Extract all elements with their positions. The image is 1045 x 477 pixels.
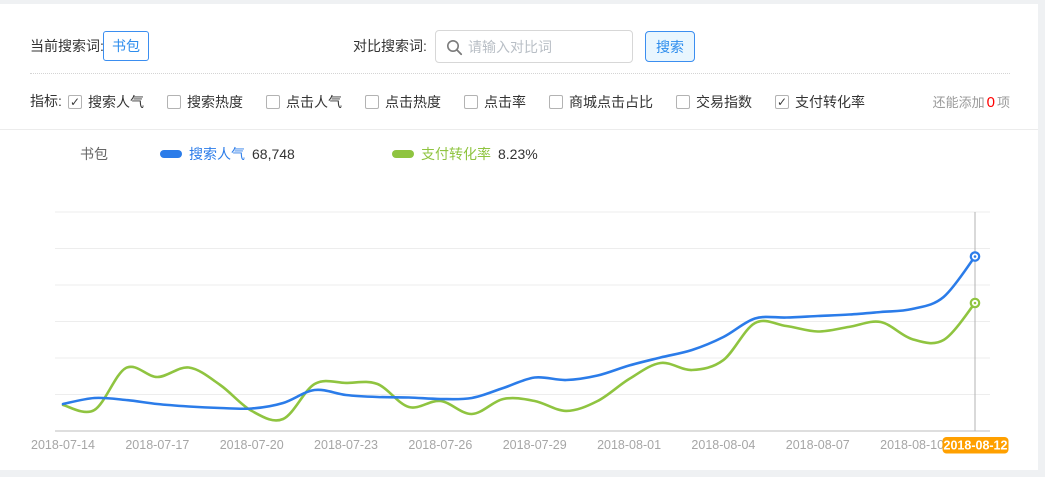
metric-label: 支付转化率 [795, 92, 865, 112]
metric-checkbox-item[interactable]: 点击率 [464, 92, 526, 112]
checkbox-unchecked[interactable] [266, 95, 280, 109]
remain-count: 0 [985, 94, 997, 111]
metric-label: 搜索热度 [187, 92, 243, 112]
metric-checkbox-list: ✓ 搜索人气 搜索热度 点击人气 点击热度 点击率 商城点击占比 交易指数 ✓ 支付转化率 [68, 88, 865, 116]
metric-label: 点击热度 [385, 92, 441, 112]
x-axis-label: 2018-07-20 [220, 438, 284, 452]
checkbox-unchecked[interactable] [676, 95, 690, 109]
legend-item-pay-conversion[interactable]: 支付转化率 8.23% [392, 144, 538, 164]
x-axis-label: 2018-07-29 [503, 438, 567, 452]
legend-value: 68,748 [252, 146, 295, 162]
compare-keyword-label: 对比搜索词: [353, 30, 427, 62]
series-line-支付转化率 [63, 303, 975, 420]
x-axis-label: 2018-08-10 [880, 438, 944, 452]
metrics-row: 指标: ✓ 搜索人气 搜索热度 点击人气 点击热度 点击率 商城点击占比 交易指数 ✓ 支付转化率… [0, 88, 1038, 116]
x-axis-label: 2018-07-17 [125, 438, 189, 452]
metric-label: 点击率 [484, 92, 526, 112]
trend-chart[interactable]: 2018-07-14 2018-07-17 2018-07-20 2018-07-23… [0, 198, 1038, 468]
remain-prefix: 还能添加 [933, 95, 985, 110]
chart-area[interactable]: 2018-07-14 2018-07-17 2018-07-20 2018-07-23… [0, 198, 1038, 468]
x-axis-label: 2018-08-07 [786, 438, 850, 452]
checkbox-checked[interactable]: ✓ [68, 95, 82, 109]
metric-label: 点击人气 [286, 92, 342, 112]
checkbox-unchecked[interactable] [167, 95, 181, 109]
header-row: 当前搜索词: 书包 对比搜索词: 搜索 [0, 30, 1038, 64]
search-icon [446, 39, 463, 56]
endpoint-marker-dot [974, 302, 977, 305]
checkbox-unchecked[interactable] [365, 95, 379, 109]
legend-swatch-blue [160, 150, 182, 158]
legend-name: 搜索人气 [189, 144, 245, 164]
current-keyword-button[interactable]: 书包 [103, 31, 149, 61]
x-axis-label: 2018-08-01 [597, 438, 661, 452]
remaining-add-count: 还能添加0项 [933, 92, 1010, 111]
metric-checkbox-item[interactable]: ✓ 支付转化率 [775, 92, 865, 112]
metric-checkbox-item[interactable]: 搜索热度 [167, 92, 243, 112]
metric-checkbox-item[interactable]: 点击人气 [266, 92, 342, 112]
divider [0, 129, 1038, 130]
x-axis-label: 2018-07-14 [31, 438, 95, 452]
legend-row: 书包 搜索人气 68,748 支付转化率 8.23% [0, 141, 1038, 167]
compare-keyword-input[interactable] [468, 31, 628, 62]
search-button[interactable]: 搜索 [645, 31, 695, 62]
legend-item-search-popularity[interactable]: 搜索人气 68,748 [160, 144, 295, 164]
checkbox-unchecked[interactable] [464, 95, 478, 109]
legend-name: 支付转化率 [421, 144, 491, 164]
metric-label: 搜索人气 [88, 92, 144, 112]
current-keyword-label: 当前搜索词: [30, 30, 104, 62]
checkbox-checked[interactable]: ✓ [775, 95, 789, 109]
endpoint-marker-dot [974, 255, 977, 258]
metrics-label: 指标: [30, 88, 62, 114]
metric-label: 交易指数 [696, 92, 752, 112]
metric-checkbox-item[interactable]: 点击热度 [365, 92, 441, 112]
metric-checkbox-item[interactable]: 商城点击占比 [549, 92, 653, 112]
x-axis-label: 2018-08-04 [691, 438, 755, 452]
metric-checkbox-item[interactable]: 交易指数 [676, 92, 752, 112]
dashboard-card: 当前搜索词: 书包 对比搜索词: 搜索 指标: ✓ 搜索人气 搜索热度 点击人气 点击热… [0, 4, 1038, 470]
series-line-搜索人气 [63, 257, 975, 409]
compare-keyword-inputbox [435, 30, 633, 63]
chart-keyword: 书包 [80, 144, 108, 164]
dotted-divider [30, 73, 1010, 74]
x-axis-label: 2018-07-23 [314, 438, 378, 452]
highlighted-date-label: 2018-08-12 [944, 439, 1008, 453]
legend-value: 8.23% [498, 146, 538, 162]
legend-swatch-green [392, 150, 414, 158]
metric-label: 商城点击占比 [569, 92, 653, 112]
checkbox-unchecked[interactable] [549, 95, 563, 109]
remain-suffix: 项 [997, 95, 1010, 110]
x-axis-label: 2018-07-26 [408, 438, 472, 452]
metric-checkbox-item[interactable]: ✓ 搜索人气 [68, 92, 144, 112]
